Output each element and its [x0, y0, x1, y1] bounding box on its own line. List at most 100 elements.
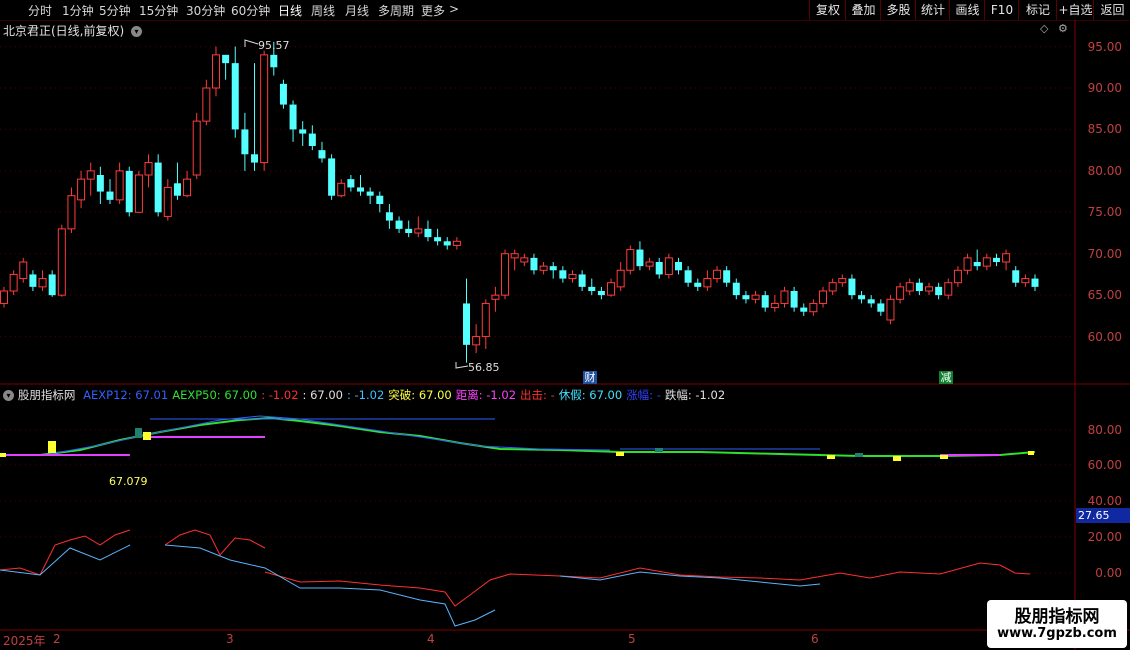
candle-body[interactable] — [376, 195, 384, 204]
candle-body[interactable] — [0, 290, 8, 304]
candle-body[interactable] — [405, 228, 413, 233]
candle-body[interactable] — [877, 303, 885, 312]
candle-body[interactable] — [790, 291, 798, 308]
candle-body[interactable] — [241, 129, 249, 155]
candle-body[interactable] — [125, 170, 133, 213]
candle-body[interactable] — [385, 212, 393, 221]
candle-body[interactable] — [713, 269, 722, 280]
candle-body[interactable] — [463, 303, 471, 345]
candle-body[interactable] — [935, 286, 943, 296]
candle-body[interactable] — [211, 54, 220, 89]
candle-body[interactable] — [1021, 278, 1030, 284]
candle-body[interactable] — [96, 175, 104, 192]
candle-body[interactable] — [192, 120, 201, 176]
candle-body[interactable] — [723, 270, 731, 283]
candle-body[interactable] — [501, 253, 510, 296]
candle-body[interactable] — [1031, 278, 1039, 287]
candle-body[interactable] — [202, 87, 211, 122]
candle-body[interactable] — [684, 270, 692, 283]
candle-body[interactable] — [347, 179, 355, 188]
candle-body[interactable] — [636, 249, 644, 267]
candle-body[interactable] — [481, 302, 490, 338]
candle-body[interactable] — [154, 162, 162, 213]
candle-body[interactable] — [530, 257, 538, 271]
candle-body[interactable] — [183, 178, 192, 197]
candle-body[interactable] — [443, 241, 451, 246]
candle-body[interactable] — [115, 170, 124, 201]
candle-body[interactable] — [106, 191, 114, 200]
stock-chart[interactable] — [0, 0, 1130, 650]
candle-body[interactable] — [982, 257, 991, 267]
candle-body[interactable] — [896, 286, 905, 300]
candle-body[interactable] — [520, 257, 529, 263]
candle-body[interactable] — [780, 290, 789, 304]
candle-body[interactable] — [134, 174, 143, 213]
candle-body[interactable] — [1002, 253, 1011, 263]
candle-body[interactable] — [645, 261, 654, 267]
candle-body[interactable] — [549, 266, 557, 271]
candle-body[interactable] — [308, 133, 316, 146]
candle-body[interactable] — [838, 278, 847, 284]
candle-body[interactable] — [925, 286, 934, 292]
candlestick-series[interactable] — [0, 41, 1039, 363]
candle-body[interactable] — [67, 195, 76, 230]
candle-body[interactable] — [732, 282, 740, 296]
candle-body[interactable] — [655, 262, 663, 275]
candle-body[interactable] — [742, 295, 750, 300]
candle-body[interactable] — [357, 187, 365, 192]
candle-body[interactable] — [231, 63, 239, 130]
reduction-marker[interactable]: 减 — [939, 371, 953, 384]
financial-report-marker[interactable]: 财 — [583, 371, 597, 384]
candle-body[interactable] — [694, 282, 702, 287]
candle-body[interactable] — [664, 257, 673, 275]
candle-body[interactable] — [328, 158, 336, 196]
candle-body[interactable] — [29, 274, 37, 287]
candle-body[interactable] — [703, 278, 712, 288]
candle-body[interactable] — [395, 220, 403, 229]
candle-body[interactable] — [86, 170, 95, 180]
candle-body[interactable] — [848, 278, 856, 296]
candle-body[interactable] — [607, 282, 616, 296]
candle-body[interactable] — [597, 291, 605, 296]
candle-body[interactable] — [260, 54, 269, 164]
candle-body[interactable] — [279, 83, 287, 105]
candle-body[interactable] — [809, 302, 818, 313]
candle-body[interactable] — [992, 257, 1000, 262]
candle-body[interactable] — [366, 191, 374, 196]
candle-body[interactable] — [751, 294, 760, 300]
candle-body[interactable] — [1012, 270, 1020, 283]
candle-body[interactable] — [963, 257, 972, 271]
candle-body[interactable] — [626, 249, 635, 271]
candle-body[interactable] — [337, 182, 346, 197]
candle-body[interactable] — [953, 269, 962, 284]
candle-body[interactable] — [19, 261, 28, 280]
candle-body[interactable] — [9, 273, 18, 292]
candle-body[interactable] — [299, 129, 307, 134]
candle-body[interactable] — [270, 54, 278, 68]
candle-body[interactable] — [424, 228, 432, 238]
candle-body[interactable] — [770, 302, 779, 309]
candle-body[interactable] — [77, 178, 86, 201]
candle-body[interactable] — [616, 269, 625, 288]
candle-body[interactable] — [38, 278, 47, 288]
candle-body[interactable] — [48, 274, 56, 296]
candle-body[interactable] — [800, 307, 808, 312]
candle-body[interactable] — [472, 336, 481, 346]
candle-body[interactable] — [163, 186, 172, 217]
candle-body[interactable] — [973, 262, 981, 267]
candle-body[interactable] — [222, 54, 230, 64]
candle-body[interactable] — [588, 286, 596, 291]
candle-body[interactable] — [858, 295, 866, 300]
candle-body[interactable] — [905, 282, 914, 292]
candle-body[interactable] — [491, 294, 500, 300]
candle-body[interactable] — [452, 240, 461, 246]
candle-body[interactable] — [867, 299, 875, 304]
candle-body[interactable] — [289, 104, 297, 130]
candle-body[interactable] — [568, 273, 577, 280]
candle-body[interactable] — [173, 183, 181, 196]
candle-body[interactable] — [915, 282, 923, 291]
candle-body[interactable] — [414, 228, 423, 234]
candle-body[interactable] — [674, 262, 682, 271]
candle-body[interactable] — [761, 295, 769, 308]
candle-body[interactable] — [819, 290, 828, 304]
